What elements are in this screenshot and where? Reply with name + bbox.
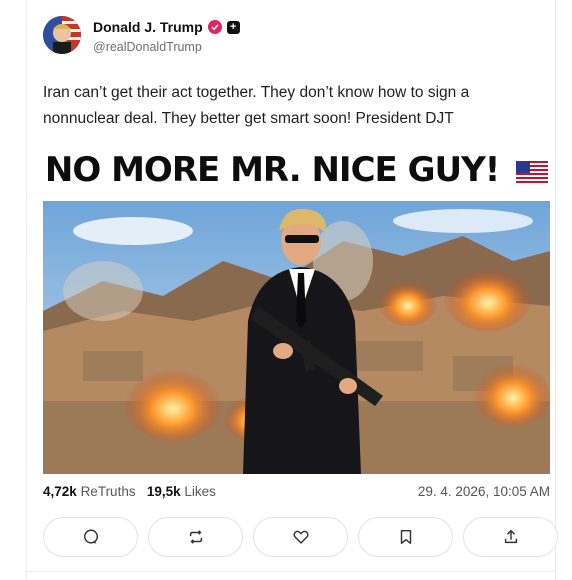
- reply-icon: [83, 529, 98, 544]
- likes-label[interactable]: Likes: [184, 484, 216, 499]
- post-image[interactable]: [43, 201, 550, 474]
- us-flag-icon: [516, 152, 549, 192]
- action-bar: [43, 517, 558, 557]
- retruths-count[interactable]: 4,72k: [43, 484, 77, 499]
- avatar[interactable]: [43, 16, 81, 54]
- post-timestamp[interactable]: 29. 4. 2026, 10:05 AM: [418, 484, 550, 499]
- meme-headline-text: NO MORE MR. NICE GUY!: [44, 150, 500, 190]
- share-button[interactable]: [463, 517, 558, 557]
- reply-button[interactable]: [43, 517, 138, 557]
- post-text: Iran can’t get their act together. They …: [43, 84, 470, 127]
- author-name[interactable]: Donald J. Trump: [93, 19, 203, 35]
- like-button[interactable]: [253, 517, 348, 557]
- retruths-label[interactable]: ReTruths: [81, 484, 136, 499]
- divider: [26, 571, 556, 572]
- meme-headline: NO MORE MR. NICE GUY!: [43, 150, 550, 192]
- retruth-icon: [189, 530, 202, 544]
- like-icon: [292, 530, 309, 544]
- likes-count[interactable]: 19,5k: [147, 484, 181, 499]
- plus-badge-icon: +: [226, 20, 240, 34]
- post-stats: 4,72k ReTruths 19,5k Likes: [43, 484, 216, 499]
- share-icon: [504, 529, 517, 544]
- bookmark-button[interactable]: [358, 517, 453, 557]
- verified-badge-icon: [207, 20, 222, 34]
- retruth-button[interactable]: [148, 517, 243, 557]
- bookmark-icon: [400, 529, 411, 545]
- author-handle[interactable]: @realDonaldTrump: [93, 40, 202, 54]
